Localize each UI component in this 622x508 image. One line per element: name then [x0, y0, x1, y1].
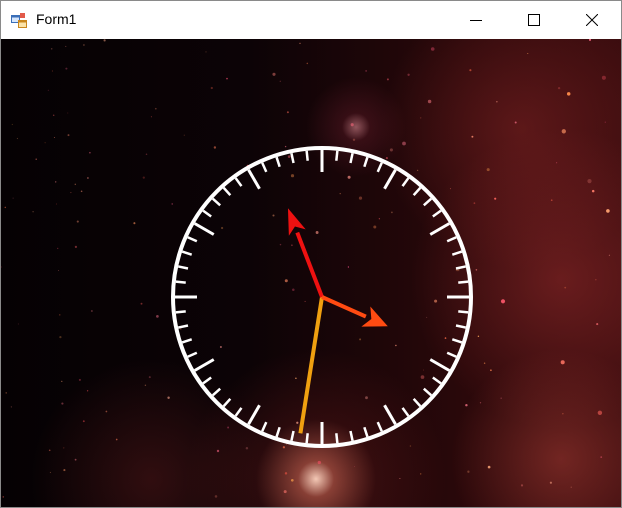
hour-tick	[383, 168, 397, 190]
minute-tick	[202, 209, 212, 218]
minute-tick	[234, 177, 243, 187]
minute-tick	[458, 310, 469, 314]
maximize-icon	[528, 14, 540, 26]
minute-tick	[432, 376, 442, 385]
minimize-icon	[470, 20, 482, 21]
hour-tick	[247, 168, 261, 190]
window-title: Form1	[36, 11, 77, 27]
minute-tick	[412, 397, 422, 408]
hour-tick	[193, 358, 215, 372]
hour-tick	[429, 222, 451, 236]
second-hand	[298, 296, 324, 434]
minute-hand	[287, 208, 324, 298]
minute-tick	[363, 156, 369, 168]
minute-tick	[335, 433, 339, 444]
minute-tick	[177, 324, 189, 329]
hour-tick	[383, 404, 397, 426]
minute-tick	[335, 150, 339, 161]
minute-tick	[412, 186, 422, 197]
winforms-app-icon	[11, 13, 27, 28]
minute-tick	[181, 338, 193, 344]
minute-tick	[234, 407, 243, 417]
minute-tick	[275, 156, 281, 168]
close-button[interactable]	[563, 1, 621, 39]
minute-tick	[211, 387, 222, 397]
minute-tick	[422, 387, 433, 397]
minute-tick	[401, 177, 410, 187]
minute-tick	[458, 280, 469, 284]
minute-tick	[446, 351, 457, 358]
minute-tick	[455, 265, 467, 270]
minute-tick	[187, 351, 198, 358]
hour-hand	[321, 295, 388, 327]
minute-tick	[451, 338, 463, 344]
minimize-button[interactable]	[447, 1, 505, 39]
minute-tick	[261, 162, 268, 173]
minute-tick	[349, 430, 354, 442]
minute-tick	[261, 421, 268, 432]
minute-tick	[175, 310, 186, 314]
minute-tick	[401, 407, 410, 417]
minute-tick	[305, 433, 309, 444]
hour-tick	[193, 222, 215, 236]
minute-tick	[446, 236, 457, 243]
minute-tick	[181, 250, 193, 256]
minute-tick	[305, 150, 309, 161]
minute-tick	[376, 421, 383, 432]
minute-tick	[202, 376, 212, 385]
client-area	[1, 39, 621, 507]
minute-tick	[290, 152, 295, 164]
minute-tick	[432, 209, 442, 218]
minute-tick	[349, 152, 354, 164]
analog-clock	[171, 146, 473, 448]
minute-tick	[222, 397, 232, 408]
minute-tick	[455, 324, 467, 329]
minute-tick	[222, 186, 232, 197]
minute-tick	[211, 197, 222, 207]
close-icon	[586, 14, 598, 26]
minute-tick	[290, 430, 295, 442]
hour-tick	[247, 404, 261, 426]
minute-tick	[451, 250, 463, 256]
maximize-button[interactable]	[505, 1, 563, 39]
minute-tick	[177, 265, 189, 270]
minute-tick	[275, 426, 281, 438]
minute-tick	[422, 197, 433, 207]
minute-tick	[175, 280, 186, 284]
hour-tick	[429, 358, 451, 372]
app-window: Form1	[0, 0, 622, 508]
minute-tick	[376, 162, 383, 173]
minute-tick	[363, 426, 369, 438]
title-bar[interactable]: Form1	[1, 1, 621, 39]
minute-tick	[187, 236, 198, 243]
